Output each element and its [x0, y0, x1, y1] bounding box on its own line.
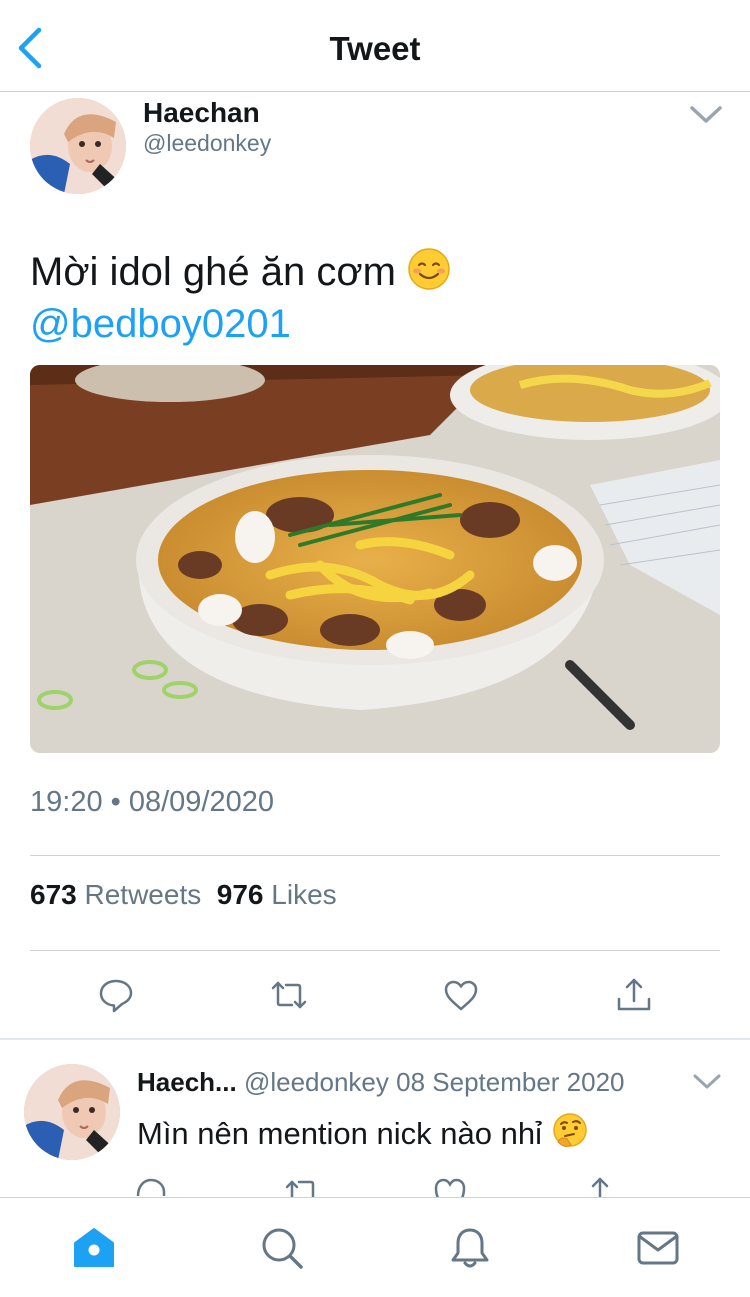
- reply-avatar[interactable]: [24, 1064, 120, 1160]
- reply-text: Mìn nên mention nick nào nhỉ: [137, 1112, 589, 1152]
- smiling-face-icon: [408, 248, 450, 290]
- notifications-icon[interactable]: [448, 1226, 492, 1270]
- likes-label[interactable]: Likes: [271, 879, 336, 910]
- share-icon[interactable]: [583, 1176, 617, 1198]
- tweet-text: Mời idol ghé ăn cơm @bedboy0201: [30, 246, 720, 350]
- tweet-text-content: Mời idol ghé ăn cơm: [30, 250, 396, 294]
- like-icon[interactable]: [443, 977, 479, 1013]
- top-bar: Tweet: [0, 0, 750, 92]
- like-icon[interactable]: [433, 1176, 467, 1198]
- divider: [30, 950, 720, 951]
- tweet-timestamp: 19:20 • 08/09/2020: [30, 786, 274, 818]
- likes-count[interactable]: 976: [217, 879, 264, 910]
- divider: [30, 855, 720, 856]
- chevron-down-icon[interactable]: [692, 1072, 722, 1092]
- tweet-photo[interactable]: [30, 365, 720, 753]
- reply-author-handle[interactable]: @leedonkey: [244, 1067, 389, 1097]
- retweet-icon[interactable]: [271, 977, 307, 1013]
- retweets-count[interactable]: 673: [30, 879, 77, 910]
- share-icon[interactable]: [616, 977, 652, 1013]
- page-title: Tweet: [329, 30, 421, 67]
- chevron-down-icon[interactable]: [689, 104, 723, 126]
- reply-icon[interactable]: [134, 1176, 168, 1198]
- reply-header: Haech... @leedonkey 08 September 2020: [137, 1067, 625, 1098]
- reply-date: 08 September 2020: [396, 1067, 625, 1097]
- search-icon[interactable]: [260, 1226, 304, 1270]
- author-handle[interactable]: @leedonkey: [143, 130, 271, 157]
- reply-author-name[interactable]: Haech...: [137, 1067, 237, 1097]
- retweet-icon[interactable]: [285, 1176, 319, 1198]
- tab-bar: [0, 1197, 750, 1297]
- home-icon[interactable]: [72, 1226, 116, 1270]
- tweet-stats: 673 Retweets 976 Likes: [30, 879, 337, 911]
- author-name[interactable]: Haechan: [143, 97, 260, 129]
- mention-link[interactable]: @bedboy0201: [30, 298, 720, 350]
- reply-icon[interactable]: [98, 977, 134, 1013]
- section-separator: [0, 1038, 750, 1040]
- reply-text-content: Mìn nên mention nick nào nhỉ: [137, 1116, 542, 1151]
- messages-icon[interactable]: [636, 1226, 680, 1270]
- avatar[interactable]: [30, 98, 126, 194]
- retweets-label[interactable]: Retweets: [85, 879, 202, 910]
- thinking-face-icon: [552, 1113, 587, 1147]
